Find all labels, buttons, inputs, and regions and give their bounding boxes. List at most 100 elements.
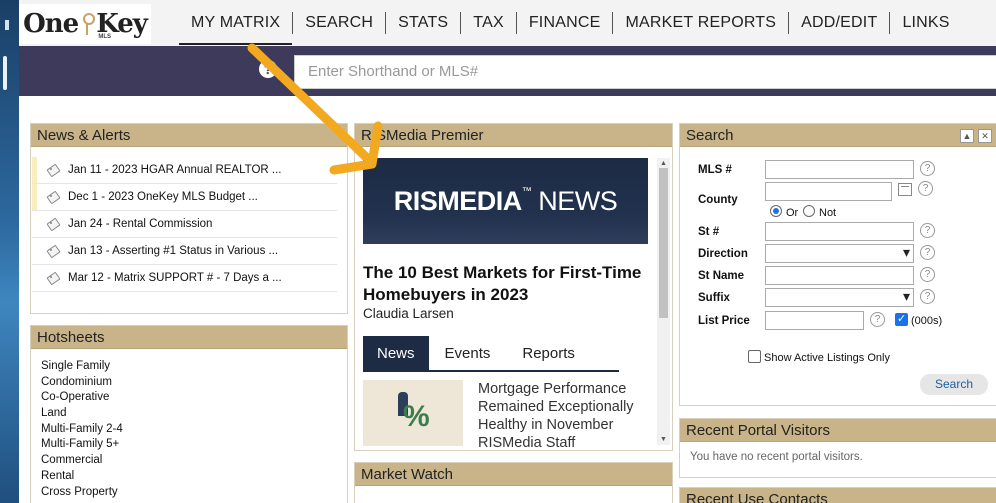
logo-mls: MLS (98, 34, 111, 40)
top-nav: One Key MLS MY MATRIX SEARCH STATS TAX F… (19, 0, 996, 46)
rismedia-logo-light: NEWS (538, 185, 618, 216)
article-thumbnail[interactable]: % (363, 380, 463, 446)
nav-search[interactable]: SEARCH (293, 12, 387, 34)
recent-contacts-panel: Recent Use Contacts (679, 487, 996, 503)
search-title: Search (680, 124, 996, 147)
news-item[interactable]: Mar 12 - Matrix SUPPORT # - 7 Days a ... (32, 265, 337, 292)
lookup-icon[interactable] (898, 183, 912, 196)
help-icon[interactable]: ? (918, 181, 933, 196)
or-label: Or (786, 207, 799, 219)
help-icon[interactable]: ? (920, 267, 935, 282)
active-only-label: Show Active Listings Only (764, 352, 890, 364)
radio-not[interactable] (803, 205, 815, 217)
hotsheet-link[interactable]: Single Family (41, 359, 337, 375)
st-num-input[interactable] (765, 222, 914, 241)
thousands-checkbox[interactable] (895, 312, 908, 326)
nav-tax[interactable]: TAX (461, 12, 517, 34)
rismedia-panel: RISMedia Premier RISMEDIA™ NEWS The 10 B… (354, 123, 673, 451)
recent-visitors-title: Recent Portal Visitors (680, 419, 996, 442)
active-only-checkbox[interactable] (748, 350, 761, 363)
nav-market-reports[interactable]: MARKET REPORTS (613, 12, 790, 34)
hotsheet-link[interactable]: Land (41, 406, 337, 422)
tab-news[interactable]: News (363, 336, 429, 372)
rismedia-scrollbar[interactable]: ▲ ▼ (657, 158, 670, 445)
rismedia-tabs: News Events Reports (363, 336, 619, 372)
shorthand-input[interactable]: Enter Shorthand or MLS# (294, 55, 996, 89)
suffix-label: Suffix (698, 292, 730, 304)
scroll-up-icon[interactable]: ▲ (660, 160, 667, 167)
tag-icon (46, 219, 60, 230)
not-label: Not (819, 207, 837, 219)
tab-reports[interactable]: Reports (506, 336, 591, 372)
article-link[interactable]: Mortgage Performance Remained Exceptiona… (478, 380, 653, 452)
hotsheet-link[interactable]: Co-Operative (41, 390, 337, 406)
st-name-input[interactable] (765, 266, 914, 285)
desktop-edge (0, 0, 19, 503)
thousands-label: (000s) (911, 315, 943, 327)
rismedia-logo: RISMEDIA™ NEWS (393, 185, 618, 216)
percent-icon: % (403, 400, 430, 433)
rismedia-title: RISMedia Premier (355, 124, 672, 147)
nav-finance[interactable]: FINANCE (517, 12, 614, 34)
help-icon[interactable]: ? (920, 223, 935, 238)
news-item[interactable]: Jan 13 - Asserting #1 Status in Various … (32, 238, 337, 265)
recent-visitors-panel: Recent Portal Visitors You have no recen… (679, 418, 996, 478)
hotsheet-link[interactable]: Cross Property (41, 485, 337, 501)
rismedia-logo-bold: RISMEDIA (393, 185, 523, 216)
news-alerts-title: News & Alerts (31, 124, 347, 147)
search-panel: Search ▲ ✕ MLS # ? County ? Or Not St # … (679, 123, 996, 406)
market-watch-panel: Market Watch (354, 462, 673, 503)
county-input[interactable] (765, 182, 892, 201)
mls-input[interactable] (765, 160, 914, 179)
radio-or[interactable] (770, 205, 782, 217)
news-item[interactable]: Jan 11 - 2023 HGAR Annual REALTOR ... (32, 157, 337, 184)
nav-add-edit[interactable]: ADD/EDIT (789, 12, 891, 34)
rismedia-author: Claudia Larsen (363, 306, 454, 321)
tag-icon (46, 165, 60, 176)
help-circle-icon[interactable]: ? (259, 60, 277, 78)
hotsheets-list: Single Family Condominium Co-Operative L… (31, 349, 347, 500)
hotsheet-link[interactable]: Commercial (41, 453, 337, 469)
close-icon[interactable]: ✕ (978, 129, 992, 143)
list-price-label: List Price (698, 315, 750, 327)
news-item[interactable]: Dec 1 - 2023 OneKey MLS Budget ... (32, 184, 337, 211)
logo-text-one: One (23, 9, 79, 39)
news-item[interactable]: Jan 24 - Rental Commission (32, 211, 337, 238)
scroll-down-icon[interactable]: ▼ (660, 436, 667, 443)
key-icon (80, 13, 96, 35)
news-item-text: Jan 11 - 2023 HGAR Annual REALTOR ... (68, 164, 282, 176)
hotsheets-panel: Hotsheets Single Family Condominium Co-O… (30, 325, 348, 503)
news-list: Jan 11 - 2023 HGAR Annual REALTOR ... De… (31, 147, 347, 292)
hotsheet-link[interactable]: Rental (41, 469, 337, 485)
rismedia-headline[interactable]: The 10 Best Markets for First-Time Homeb… (363, 262, 643, 306)
hotsheet-link[interactable]: Condominium (41, 375, 337, 391)
nav-links[interactable]: LINKS (890, 12, 961, 34)
help-icon[interactable]: ? (920, 245, 935, 260)
onekey-logo[interactable]: One Key MLS (19, 4, 151, 44)
market-watch-title: Market Watch (355, 463, 672, 486)
desktop-indicator (3, 56, 7, 90)
help-icon[interactable]: ? (920, 289, 935, 304)
news-item-text: Jan 24 - Rental Commission (68, 218, 213, 230)
mls-label: MLS # (698, 164, 732, 176)
recent-contacts-title: Recent Use Contacts (680, 488, 996, 503)
help-icon[interactable]: ? (870, 312, 885, 327)
direction-select[interactable] (765, 244, 914, 263)
suffix-select[interactable] (765, 288, 914, 307)
news-item-text: Jan 13 - Asserting #1 Status in Various … (68, 245, 279, 257)
recent-visitors-empty: You have no recent portal visitors. (690, 451, 863, 463)
help-icon[interactable]: ? (920, 161, 935, 176)
tag-icon (46, 273, 60, 284)
nav-my-matrix[interactable]: MY MATRIX (179, 12, 294, 45)
search-button[interactable]: Search (920, 374, 988, 395)
tag-icon (46, 246, 60, 257)
nav-stats[interactable]: STATS (386, 12, 462, 34)
tab-events[interactable]: Events (429, 336, 507, 372)
scroll-thumb[interactable] (659, 168, 668, 318)
list-price-input[interactable] (765, 311, 864, 330)
hotsheet-link[interactable]: Multi-Family 2-4 (41, 422, 337, 438)
collapse-icon[interactable]: ▲ (960, 129, 974, 143)
hotsheet-link[interactable]: Multi-Family 5+ (41, 437, 337, 453)
rismedia-banner[interactable]: RISMEDIA™ NEWS (363, 158, 648, 244)
direction-label: Direction (698, 248, 748, 260)
